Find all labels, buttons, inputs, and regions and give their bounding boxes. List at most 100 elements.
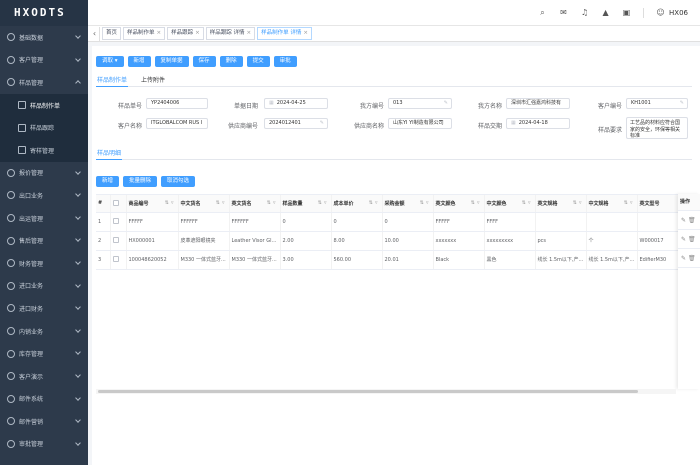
tab-item[interactable]: 样品制作单 × [123, 27, 166, 40]
sidebar-item[interactable]: 售后管理 [0, 229, 88, 252]
toolbar-button[interactable]: 新增 [127, 56, 151, 67]
details-section-label[interactable]: 样品明细 [96, 148, 123, 160]
bell-icon[interactable]: ♫ [580, 8, 589, 17]
sort-filter-icon[interactable]: ⇅▿ [420, 200, 431, 206]
user-avatar-icon[interactable]: ☺ [656, 8, 665, 17]
sidebar-item[interactable]: 内销业务 [0, 320, 88, 343]
toolbar-button[interactable]: 删除 [219, 56, 243, 67]
sidebar-item[interactable]: 基础数据 [0, 26, 88, 49]
sort-filter-icon[interactable]: ⇅▿ [369, 200, 380, 206]
delete-icon[interactable]: 🗑 [686, 255, 696, 262]
sidebar-item[interactable]: 出运管理 [0, 207, 88, 230]
username[interactable]: HX06 [669, 9, 688, 17]
delete-icon[interactable]: 🗑 [686, 217, 696, 224]
horizontal-scrollbar[interactable] [96, 389, 676, 394]
column-header[interactable]: 英文规格 ⇅▿ [535, 195, 587, 213]
sort-filter-icon[interactable]: ⇅▿ [216, 200, 227, 206]
tabs-back-icon[interactable]: ‹ [90, 26, 100, 41]
tab-item[interactable]: 样品跟踪 详情 × [205, 27, 256, 40]
sidebar-item[interactable]: 邮件系统 [0, 388, 88, 411]
search-icon[interactable]: ⌕ [538, 8, 547, 17]
toolbar-button[interactable]: 调取 ▾ [96, 56, 124, 67]
toolbar-button[interactable]: 保存 [192, 56, 216, 67]
sort-filter-icon[interactable]: ⇅▿ [471, 200, 482, 206]
cell-en-spec [535, 212, 587, 232]
tab-item[interactable]: 首页 [102, 27, 122, 40]
delivery-date-field[interactable]: ▦ 2024-04-18 [506, 118, 570, 129]
column-header[interactable]: 中文规格 ⇅▿ [586, 195, 638, 213]
megaphone-icon[interactable]: ✉ [559, 8, 568, 17]
row-checkbox[interactable] [112, 218, 119, 225]
sidebar-item[interactable]: 邮件营销 [0, 410, 88, 433]
sort-filter-icon[interactable]: ⇅▿ [522, 200, 533, 206]
sidebar-item[interactable]: 样品跟踪 [0, 116, 88, 139]
column-header[interactable]: 中文颜色 ⇅▿ [484, 195, 536, 213]
close-icon[interactable]: × [303, 30, 308, 36]
toolbar-button[interactable]: 提交 [246, 56, 270, 67]
toolbar-button[interactable]: 复制单据 [154, 56, 189, 67]
details-button[interactable]: 新增 [96, 176, 120, 187]
details-button[interactable]: 批量删除 [123, 176, 158, 187]
delete-icon[interactable]: 🗑 [686, 236, 696, 243]
toolbar-button[interactable]: 审批 [273, 56, 297, 67]
sidebar-item[interactable]: 审批管理 [0, 433, 88, 456]
fullscreen-icon[interactable]: ▣ [622, 8, 631, 17]
row-checkbox[interactable] [112, 256, 119, 263]
subtab-item[interactable]: 上传附件 [140, 75, 166, 87]
sort-filter-icon[interactable]: ⇅▿ [267, 200, 278, 206]
edit-icon[interactable]: ✎ [680, 99, 684, 108]
our-no-field[interactable]: 013 ✎ [388, 98, 452, 109]
tab-item[interactable]: 样品跟踪 × [167, 27, 204, 40]
cell-checkbox[interactable] [110, 212, 127, 232]
our-name-field[interactable]: 深圳市汇强嘉鸿科技有 [506, 98, 570, 109]
menu-icon [7, 281, 15, 290]
sidebar-item[interactable]: 进口业务 [0, 275, 88, 298]
column-header[interactable]: 英文货名 ⇅▿ [229, 195, 281, 213]
customer-no-field[interactable]: KH1001 ✎ [626, 98, 688, 109]
sidebar-item[interactable]: 报价管理 [0, 162, 88, 185]
sidebar-item[interactable]: 样品制作单 [0, 93, 88, 117]
customer-name-field[interactable]: ITGLOBALCOM RUS I [146, 118, 208, 129]
sidebar-item[interactable]: 进口财务 [0, 297, 88, 320]
supplier-no-field[interactable]: 2024012401 ✎ [264, 118, 328, 129]
column-header[interactable]: 英文颜色 ⇅▿ [433, 195, 485, 213]
sort-filter-icon[interactable]: ⇅▿ [624, 200, 635, 206]
edit-icon[interactable]: ✎ [320, 119, 324, 128]
sort-filter-icon[interactable]: ⇅▿ [573, 200, 584, 206]
sample-no-field[interactable]: YP2404006 [146, 98, 208, 109]
cell-checkbox[interactable] [110, 231, 127, 251]
close-icon[interactable]: × [157, 30, 162, 36]
sidebar-item[interactable]: 客户演示 [0, 365, 88, 388]
sidebar-item[interactable]: 客户管理 [0, 49, 88, 72]
scrollbar-thumb[interactable] [98, 390, 638, 393]
tab-item[interactable]: 样品制作单 详情 × [257, 27, 312, 40]
sidebar-item[interactable]: 样品管理 [0, 71, 88, 94]
row-checkbox[interactable] [112, 237, 119, 244]
select-all-checkbox[interactable] [112, 200, 119, 206]
sidebar-item[interactable]: 出口业务 [0, 184, 88, 207]
sidebar-item[interactable]: 寄样管理 [0, 138, 88, 162]
sidebar-item[interactable]: 库存管理 [0, 342, 88, 365]
chart-icon[interactable]: ▲ [601, 8, 610, 17]
sort-filter-icon[interactable]: ⇅▿ [165, 200, 176, 206]
edit-icon[interactable]: ✎ [444, 99, 448, 108]
subtab-item[interactable]: 样品制作单 [96, 75, 129, 87]
column-header[interactable]: 商品编号 ⇅▿ [126, 195, 179, 213]
column-header[interactable]: 样品数量 ⇅▿ [280, 195, 332, 213]
table-row[interactable]: 3 100048620052 M330 一体式蓝牙... M330 一体式蓝牙... 3… [96, 250, 697, 270]
column-header[interactable]: 采购金额 ⇅▿ [382, 195, 434, 213]
column-header[interactable]: 中文货名 ⇅▿ [178, 195, 230, 213]
cell-checkbox[interactable] [110, 250, 127, 270]
supplier-name-field[interactable]: 山东YI YI制造有限公司 [388, 118, 452, 129]
sidebar-item[interactable]: 财务管理 [0, 252, 88, 275]
close-icon[interactable]: × [195, 30, 200, 36]
column-header[interactable]: 成本单价 ⇅▿ [331, 195, 383, 213]
table-row[interactable]: 2 HX000001 皮革遮阳眼镜夹 Leather Visor Glass... 2.… [96, 231, 697, 251]
table-row[interactable]: 1 FFFFF FFFFFF FFFFFF 0 0 0 FFFFF FFFF [96, 212, 697, 232]
order-date-field[interactable]: ▦ 2024-04-25 [264, 98, 328, 109]
details-button[interactable]: 取消勾选 [161, 176, 196, 187]
sort-filter-icon[interactable]: ⇅▿ [318, 200, 329, 206]
requirement-textarea[interactable]: 工艺品的材料应符合国家的安全，环保等相关标准 [626, 117, 688, 139]
close-icon[interactable]: × [247, 30, 252, 36]
app-logo: HXODTS [0, 0, 88, 26]
